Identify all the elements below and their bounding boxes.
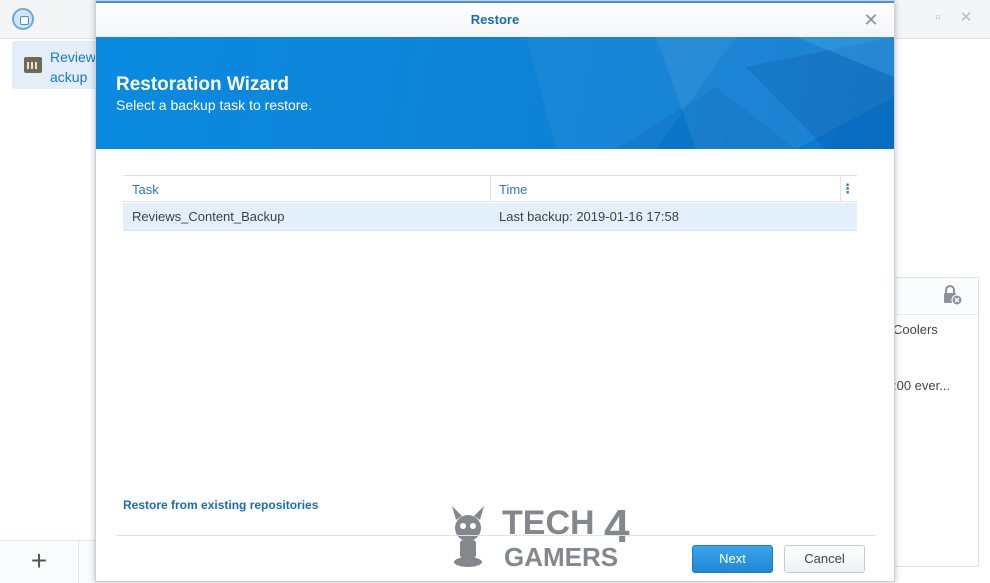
table-header: Task Time ⋮ xyxy=(123,175,857,202)
sidebar: Review ackup xyxy=(0,39,102,582)
maximize-icon[interactable]: ▫ xyxy=(930,10,946,26)
restore-dialog: Restore ✕ Restoration Wizard Select a ba… xyxy=(95,0,895,582)
cell-task-name: Reviews_Content_Backup xyxy=(132,209,285,224)
backup-task-table: Task Time ⋮ Reviews_Content_Backup Last … xyxy=(123,175,857,231)
close-window-icon[interactable]: ✕ xyxy=(958,10,974,26)
dialog-titlebar: Restore ✕ xyxy=(96,1,894,37)
tech4gamers-watermark-logo: TECH 4 GAMERS xyxy=(452,500,630,570)
task-detail-line-1: Coolers xyxy=(893,322,938,337)
lock-error-icon[interactable] xyxy=(941,284,963,306)
column-header-time[interactable]: Time xyxy=(499,182,527,197)
wizard-subtitle: Select a backup task to restore. xyxy=(116,97,313,113)
column-divider[interactable] xyxy=(490,176,491,202)
watermark-text-top: TECH xyxy=(502,504,595,542)
dialog-title: Restore xyxy=(470,12,520,27)
nas-device-icon xyxy=(24,57,42,73)
watermark-text-bottom: GAMERS xyxy=(504,542,618,570)
close-icon[interactable]: ✕ xyxy=(862,11,880,29)
add-button[interactable]: + xyxy=(0,541,79,583)
app-logo-icon xyxy=(12,8,34,30)
task-detail-line-2: :00 ever... xyxy=(893,378,951,393)
footer-divider xyxy=(116,535,876,536)
restore-from-repositories-link[interactable]: Restore from existing repositories xyxy=(123,498,318,512)
cell-last-backup: Last backup: 2019-01-16 17:58 xyxy=(499,209,679,224)
table-row[interactable]: Reviews_Content_Backup Last backup: 2019… xyxy=(123,203,857,231)
column-menu-icon[interactable]: ⋮ xyxy=(841,181,854,197)
wizard-title: Restoration Wizard xyxy=(116,74,289,95)
cancel-button[interactable]: Cancel xyxy=(784,545,865,573)
next-button[interactable]: Next xyxy=(692,545,773,573)
sidebar-bottom-bar: + xyxy=(0,540,96,583)
column-header-task[interactable]: Task xyxy=(132,182,159,197)
sidebar-item-backup-task[interactable]: Review ackup xyxy=(12,41,102,89)
wizard-banner: Restoration Wizard Select a backup task … xyxy=(96,37,894,149)
